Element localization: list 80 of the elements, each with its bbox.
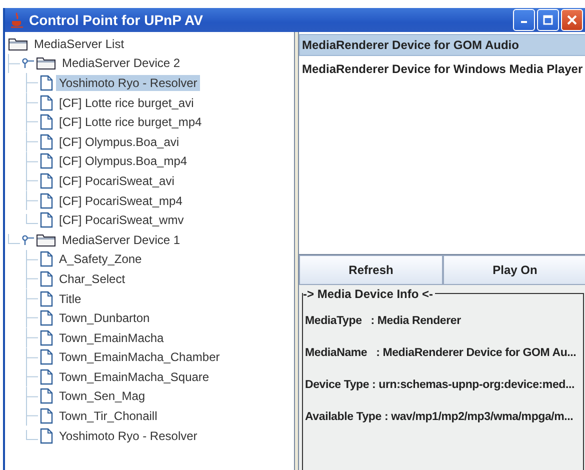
document-icon	[40, 368, 53, 385]
tree-item[interactable]: [CF] Lotte rice burget_avi	[56, 94, 197, 111]
expand-handle-icon[interactable]	[22, 58, 34, 68]
document-icon	[40, 172, 53, 189]
tree-connector	[26, 269, 40, 289]
document-icon	[40, 428, 53, 444]
document-icon	[40, 94, 53, 111]
tree-connector	[26, 308, 40, 328]
document-icon	[40, 330, 53, 346]
group-title: -> Media Device Info <-	[303, 287, 436, 301]
folder-icon	[8, 36, 28, 51]
folder-icon	[36, 56, 56, 70]
close-icon	[567, 15, 577, 25]
tree-item[interactable]: Char_Select	[56, 270, 128, 287]
tree-item[interactable]: Yoshimoto Ryo - Resolver	[56, 74, 200, 91]
tree-connector	[26, 92, 40, 112]
tree-connector	[26, 73, 40, 93]
tree-item[interactable]: Town_Tir_Chonaill	[56, 408, 160, 424]
tree-connector	[26, 152, 40, 172]
tree-connector	[26, 214, 40, 224]
document-icon	[40, 270, 53, 287]
document-icon	[40, 251, 53, 268]
tree-item[interactable]: MediaServer List	[31, 36, 128, 52]
tree-connector	[26, 367, 40, 387]
document-icon	[40, 153, 53, 170]
tree-item[interactable]: MediaServer Device 2	[59, 55, 184, 72]
list-item[interactable]: MediaRenderer Device for Windows Media Player	[299, 58, 585, 80]
document-icon	[40, 134, 53, 150]
tree-connector	[8, 234, 22, 244]
tree-connector	[26, 112, 40, 132]
document-icon	[40, 310, 53, 326]
tree-item[interactable]: Town_EmainMacha_Square	[56, 368, 212, 385]
tree-item[interactable]: [CF] PocariSweat_avi	[56, 172, 178, 189]
maximize-button[interactable]	[537, 9, 559, 31]
document-icon	[40, 192, 53, 209]
tree-item[interactable]: Town_EmainMacha_Chamber	[56, 349, 223, 366]
expand-handle-icon[interactable]	[22, 234, 34, 245]
tree-connector	[26, 430, 40, 440]
document-icon	[40, 349, 53, 366]
document-icon	[40, 212, 53, 228]
folder-icon	[36, 232, 56, 247]
minimize-button[interactable]	[513, 9, 535, 31]
tree-connector	[26, 406, 40, 426]
tree-connector	[26, 348, 40, 368]
document-icon	[40, 408, 53, 424]
tree-item[interactable]: Town_Dunbarton	[56, 310, 153, 326]
tree-item[interactable]: [CF] PocariSweat_wmv	[56, 212, 187, 228]
tree-item[interactable]: [CF] Olympus.Boa_mp4	[56, 153, 190, 170]
maximize-icon	[543, 15, 553, 25]
document-icon	[40, 388, 53, 404]
document-icon	[40, 114, 53, 130]
info-text: Device Type : urn:schemas-upnp-org:device:med...	[305, 379, 576, 391]
tree-item[interactable]: Yoshimoto Ryo - Resolver	[56, 428, 200, 444]
tree-item[interactable]: Title	[56, 290, 84, 307]
window-title: Control Point for UPnP AV	[29, 12, 204, 28]
document-icon	[40, 74, 53, 91]
info-text: MediaType : Media Renderer	[305, 315, 462, 327]
tree-connector	[26, 250, 40, 270]
tree-connector	[8, 54, 22, 74]
tree-item[interactable]: MediaServer Device 1	[59, 232, 184, 248]
play-button[interactable]: Play On	[443, 255, 585, 285]
tree-connector	[26, 171, 40, 191]
tree-connector	[26, 386, 40, 406]
info-text: MediaName : MediaRenderer Device for GOM Au...	[305, 347, 578, 359]
tree-item[interactable]: Town_EmainMacha	[56, 330, 167, 346]
refresh-button[interactable]: Refresh	[299, 255, 443, 285]
tree-connector	[26, 328, 40, 348]
tree-connector	[26, 190, 40, 210]
tree-item[interactable]: A_Safety_Zone	[56, 251, 145, 268]
info-text: Available Type : wav/mp1/mp2/mp3/wma/mpga/m...	[305, 411, 574, 423]
list-item[interactable]: MediaRenderer Device for GOM Audio	[299, 34, 585, 56]
tree-item[interactable]: Town_Sen_Mag	[56, 388, 148, 404]
tree-item[interactable]: [CF] Olympus.Boa_avi	[56, 134, 182, 150]
tree-connector	[26, 132, 40, 152]
document-icon	[40, 290, 53, 307]
tree-item[interactable]: [CF] Lotte rice burget_mp4	[56, 114, 205, 130]
coffee-cup-icon	[11, 12, 23, 28]
close-button[interactable]	[561, 9, 583, 31]
tree-connector	[26, 288, 40, 308]
tree-item[interactable]: [CF] PocariSweat_mp4	[56, 192, 186, 209]
